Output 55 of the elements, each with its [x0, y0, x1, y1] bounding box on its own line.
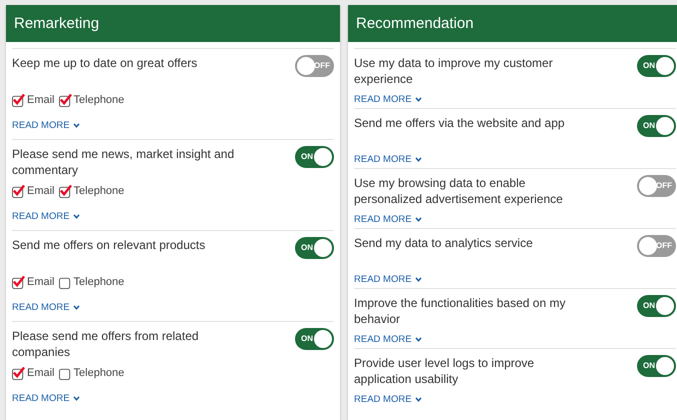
checkbox-label: Telephone: [74, 94, 124, 106]
consent-text: Please send me offers from related companies: [12, 328, 200, 360]
read-more-link[interactable]: READ MORE: [354, 274, 422, 285]
checkbox-label: Telephone: [74, 276, 124, 288]
consent-text: Provide user level logs to improve application usability: [354, 355, 536, 387]
chevron-down-icon: [414, 337, 422, 342]
consent-text: Keep me up to date on great offers: [12, 55, 198, 71]
chevron-down-icon: [414, 277, 422, 282]
toggle-switch[interactable]: ON: [295, 328, 334, 350]
panel-title: Remarketing: [14, 15, 100, 32]
read-more-link[interactable]: READ MORE: [12, 120, 80, 131]
toggle-switch[interactable]: ON: [637, 115, 676, 137]
read-more-link[interactable]: READ MORE: [354, 394, 422, 405]
consent-text: Send my data to analytics service: [354, 235, 534, 251]
checkbox[interactable]: [58, 276, 72, 288]
toggle-switch[interactable]: ON: [295, 237, 334, 259]
consent-text: Improve the functionalities based on my behavior: [354, 295, 566, 327]
checkbox[interactable]: [12, 184, 25, 198]
checkbox-label: Email: [27, 185, 55, 197]
checkbox[interactable]: [12, 366, 25, 380]
checkbox-label: Email: [27, 276, 55, 288]
read-more-link[interactable]: READ MORE: [354, 154, 422, 165]
consent-text: Use my data to improve my customer experience: [354, 55, 554, 87]
checkbox-label: Telephone: [74, 185, 124, 197]
checkbox[interactable]: [58, 184, 72, 198]
chevron-down-icon: [72, 305, 80, 310]
checkbox-label: Email: [27, 94, 55, 106]
consent-text: Please send me news, market insight and commentary: [12, 146, 236, 178]
read-more-link[interactable]: READ MORE: [12, 393, 80, 404]
consent-text: Send me offers on relevant products: [12, 237, 206, 253]
checkbox-label: Email: [27, 367, 55, 379]
checkbox-label: Telephone: [74, 367, 124, 379]
chevron-down-icon: [72, 396, 80, 401]
checkbox[interactable]: [12, 276, 25, 288]
checkbox[interactable]: [58, 366, 72, 380]
chevron-down-icon: [414, 217, 422, 222]
checkbox[interactable]: [12, 94, 25, 106]
panel-title: Recommendation: [356, 15, 474, 32]
chevron-down-icon: [414, 157, 422, 162]
read-more-link[interactable]: READ MORE: [12, 302, 80, 313]
read-more-link[interactable]: READ MORE: [354, 94, 422, 105]
chevron-down-icon: [414, 397, 422, 402]
chevron-down-icon: [72, 214, 80, 219]
toggle-switch[interactable]: ON: [637, 295, 676, 317]
toggle-switch[interactable]: ON: [637, 55, 676, 77]
chevron-down-icon: [72, 123, 80, 128]
read-more-link[interactable]: READ MORE: [354, 334, 422, 345]
consent-text: Send me offers via the website and app: [354, 115, 566, 131]
read-more-link[interactable]: READ MORE: [12, 211, 80, 222]
toggle-switch[interactable]: ON: [637, 355, 676, 377]
checkbox[interactable]: [58, 94, 72, 106]
chevron-down-icon: [414, 97, 422, 102]
toggle-switch[interactable]: ON: [295, 146, 334, 168]
read-more-link[interactable]: READ MORE: [354, 214, 422, 225]
consent-text: Use my browsing data to enable personalized advertisement experience: [354, 175, 564, 207]
